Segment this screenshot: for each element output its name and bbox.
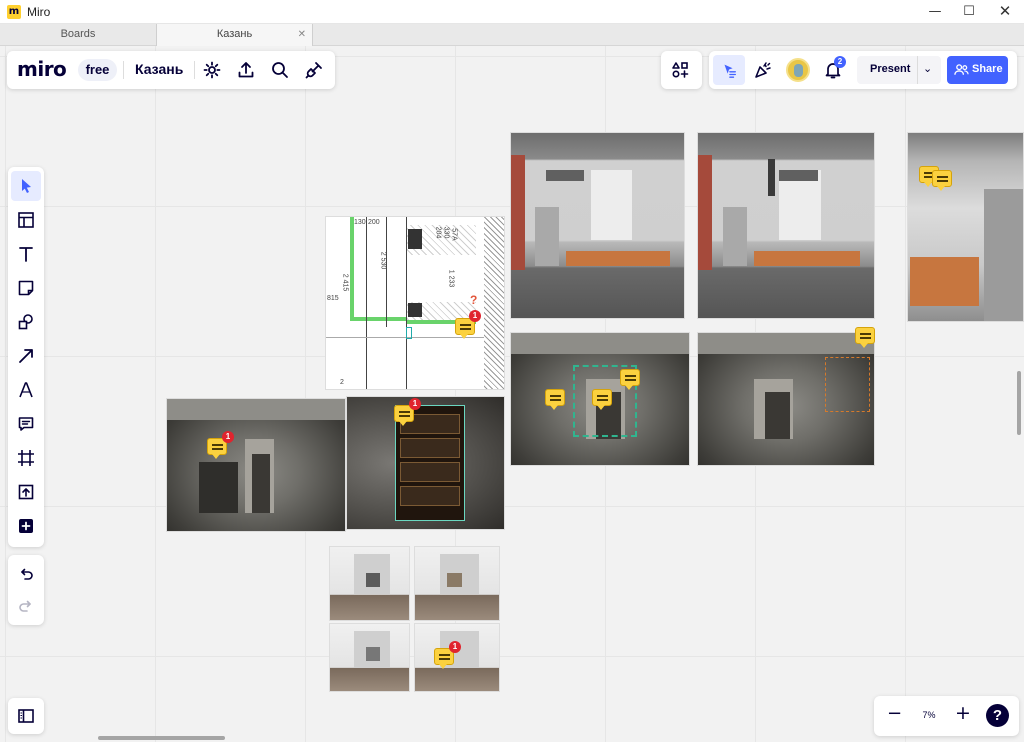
present-options-chevron-icon[interactable]: ⌄ (923, 62, 932, 75)
shapes-icon[interactable] (11, 307, 41, 337)
celebrate-icon[interactable] (749, 56, 777, 84)
more-tools-icon[interactable] (11, 511, 41, 541)
cursor-select-icon[interactable] (713, 55, 745, 85)
comment-marker[interactable] (620, 369, 640, 390)
board-canvas[interactable]: 130 200 2 530 2 415 815 1 233 204 330 57… (0, 46, 1024, 742)
comment-marker[interactable] (932, 170, 952, 191)
miro-app-icon: m (7, 5, 21, 19)
kitchen-render-3[interactable] (329, 623, 410, 692)
templates-icon[interactable] (11, 205, 41, 235)
dimension-label: 204 (434, 226, 442, 239)
tab-kazan[interactable]: Казань ✕ (157, 24, 313, 46)
tab-close-icon[interactable]: ✕ (298, 24, 306, 45)
comment-marker[interactable] (855, 327, 875, 348)
creation-toolbar (8, 167, 44, 547)
comment-count-badge: 1 (469, 310, 481, 322)
kitchen-render-1[interactable] (329, 546, 410, 621)
present-label: Present (870, 63, 911, 75)
upload-icon[interactable] (11, 477, 41, 507)
plan-badge[interactable]: free (78, 59, 117, 81)
render-image-2[interactable] (697, 132, 875, 319)
comment-marker[interactable] (545, 389, 565, 410)
share-button[interactable]: Share (947, 56, 1008, 84)
text-icon[interactable] (11, 239, 41, 269)
help-button[interactable]: ? (986, 704, 1009, 727)
frame-icon[interactable] (11, 443, 41, 473)
present-button[interactable]: Present ⌄ (857, 56, 941, 84)
tab-label: Казань (216, 28, 253, 40)
dimension-label: 2 415 (341, 273, 349, 292)
floor-plan-drawing[interactable]: 130 200 2 530 2 415 815 1 233 204 330 57… (325, 216, 505, 390)
apps-icon[interactable] (667, 56, 695, 84)
window-titlebar: m Miro — ☐ ✕ (0, 0, 1024, 24)
window-title: Miro (27, 5, 51, 19)
share-label: Share (972, 63, 1003, 75)
tab-bar: Boards Казань ✕ (0, 24, 1024, 46)
collaboration-panel: 2 Present ⌄ Share (709, 51, 1017, 89)
divider (917, 56, 918, 84)
site-photo-3[interactable] (166, 398, 346, 532)
board-name[interactable]: Казань (135, 61, 183, 77)
comment-marker[interactable] (592, 389, 612, 410)
apps-panel (661, 51, 702, 89)
tab-label: Boards (60, 28, 96, 40)
wine-shelving-image[interactable] (346, 396, 505, 530)
dimension-label: 130 (354, 219, 366, 226)
pen-icon[interactable] (11, 375, 41, 405)
zoom-out-button[interactable]: − (887, 703, 902, 724)
dimension-label: 815 (327, 295, 339, 302)
dimension-label: 2 (340, 379, 344, 386)
users-icon (954, 64, 969, 75)
user-avatar[interactable] (786, 58, 810, 82)
comment-count-badge: 1 (449, 641, 461, 653)
dimension-label: 1 233 (447, 269, 455, 288)
plugin-icon[interactable] (300, 56, 328, 84)
dimension-label: 330 (442, 226, 450, 239)
tab-boards[interactable]: Boards (0, 24, 157, 46)
dimension-label: 2 530 (379, 251, 387, 270)
select-cursor-icon[interactable] (11, 171, 41, 201)
question-mark-annotation: ? (470, 293, 478, 307)
comment-count-badge: 1 (409, 398, 421, 410)
divider (123, 61, 124, 79)
comment-icon[interactable] (11, 409, 41, 439)
site-photo-2[interactable] (697, 332, 875, 466)
miro-logo[interactable]: miro (17, 57, 67, 81)
connection-arrow-icon[interactable] (11, 341, 41, 371)
frames-panel-toggle[interactable] (8, 698, 44, 734)
minimize-button[interactable]: — (918, 0, 952, 24)
vertical-scrollbar[interactable] (1017, 371, 1021, 435)
undo-icon[interactable] (11, 559, 41, 589)
notification-count-badge: 2 (834, 56, 846, 68)
kitchen-render-2[interactable] (414, 546, 500, 621)
dimension-label: 200 (368, 219, 380, 226)
horizontal-scrollbar[interactable] (98, 736, 225, 740)
divider (194, 61, 195, 79)
zoom-panel: − 7% + ? (874, 696, 1019, 736)
kitchen-render-4[interactable] (414, 623, 500, 692)
sticky-note-icon[interactable] (11, 273, 41, 303)
zoom-in-button[interactable]: + (955, 702, 971, 724)
zoom-level[interactable]: 7% (919, 710, 939, 720)
comment-count-badge: 1 (222, 431, 234, 443)
search-icon[interactable] (266, 56, 294, 84)
export-icon[interactable] (232, 56, 260, 84)
undo-redo-panel (8, 555, 44, 625)
sidebar-panel-icon[interactable] (11, 701, 41, 731)
close-window-button[interactable]: ✕ (988, 0, 1022, 24)
render-image-3[interactable] (907, 132, 1024, 322)
maximize-button[interactable]: ☐ (952, 0, 986, 24)
render-image-1[interactable] (510, 132, 685, 319)
dimension-label: 57А (450, 228, 458, 241)
green-wall-line (350, 217, 354, 321)
redo-icon[interactable] (11, 591, 41, 621)
board-header-panel: miro free Казань (7, 51, 335, 89)
settings-icon[interactable] (198, 56, 226, 84)
